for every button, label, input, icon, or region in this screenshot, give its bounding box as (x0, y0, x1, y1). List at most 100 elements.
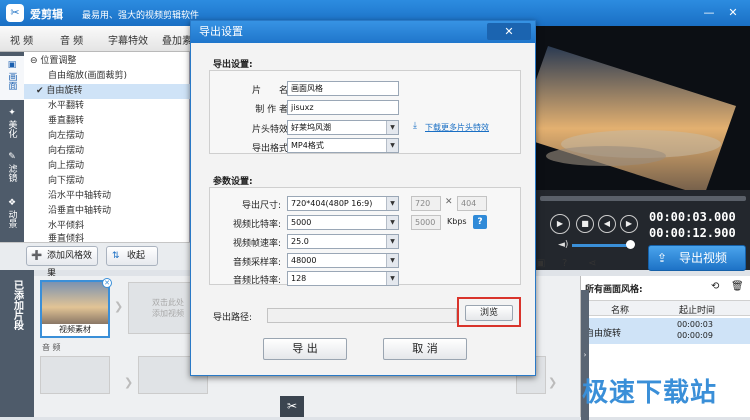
size-select[interactable]: 720*404(480P 16:9) ▼ (287, 196, 399, 211)
name-field[interactable]: 画面风格 (287, 81, 399, 96)
effect-item[interactable]: 水平翻转 (24, 99, 190, 114)
effect-item[interactable]: 垂直翻转 (24, 114, 190, 129)
browse-button[interactable]: 浏览 (465, 305, 513, 321)
dialog-title: 导出设置 (191, 21, 535, 43)
list-row[interactable]: 自由旋转 00:00:03 00:00:09 (581, 318, 750, 344)
list-header: 名称 起止时间 (581, 300, 750, 316)
video-bitrate-field[interactable]: 5000 (411, 215, 441, 230)
effect-item[interactable]: 向左摆动 (24, 129, 190, 144)
export-section-title: 导出设置: (213, 60, 253, 70)
effect-item[interactable]: 向上摆动 (24, 159, 190, 174)
prev-frame-icon[interactable]: ◀ (598, 215, 616, 233)
export-settings-dialog: 导出设置 ✕ 导出设置: 片 名: 画面风格 制 作 者: jisuxz 片头特… (190, 20, 536, 376)
clip-label: 视频素材 (59, 325, 91, 334)
effect-item[interactable]: 向右摆动 (24, 144, 190, 159)
row-name: 自由旋转 (585, 329, 622, 339)
dialog-close-button[interactable]: ✕ (487, 23, 531, 40)
effect-item[interactable]: 自由缩放(画面裁剪) (24, 69, 190, 84)
audio-samplerate-select[interactable]: 48000 ▼ (287, 253, 399, 268)
audio-bitrate-label: 音频比特率: (232, 276, 281, 286)
path-label: 导出路径: (213, 313, 253, 323)
close-icon[interactable]: ✕ (724, 4, 742, 22)
empty-slot[interactable] (40, 356, 110, 394)
format-select[interactable]: MP4格式 ▼ (287, 138, 399, 153)
tab-video[interactable]: 视 频 (10, 32, 33, 47)
video-bitrate-label: 视频比特率: (232, 220, 281, 230)
next-frame-icon[interactable]: ▶ (620, 215, 638, 233)
tab-audio[interactable]: 音 频 (60, 32, 83, 47)
audio-samplerate-label: 音频采样率: (232, 258, 281, 268)
minimize-icon[interactable]: — (700, 4, 718, 22)
help-icon[interactable]: ? (562, 258, 567, 269)
collapse-icon: ⇅ (112, 251, 120, 261)
share-icon[interactable]: ⋖ (588, 258, 596, 269)
width-field[interactable]: 720 (411, 196, 441, 211)
intro-effect-label: 片头特效: (251, 125, 291, 135)
dropdown-icon: ▼ (386, 235, 398, 248)
effect-item-selected[interactable]: ✔ 自由旋转 (24, 84, 190, 99)
audio-track-label: 音 频 (42, 343, 61, 352)
download-more-link[interactable]: 下载更多片头特效 (425, 122, 489, 133)
video-bitrate-select[interactable]: 5000 ▼ (287, 215, 399, 230)
tab-subtitle-effects[interactable]: 字幕特效 (108, 32, 148, 47)
effect-item[interactable]: 沿水平中轴转动 (24, 189, 190, 204)
stop-icon[interactable]: ■ (576, 215, 594, 233)
fps-label: 视频帧速率: (232, 239, 281, 249)
col-time: 起止时间 (679, 306, 716, 316)
effect-item[interactable]: 垂直倾斜 (24, 232, 190, 242)
effect-item[interactable]: 向下摆动 (24, 174, 190, 189)
preview-frame-image (536, 46, 736, 190)
effect-group-header[interactable]: ⊖ 位置调整 (24, 54, 190, 69)
dropdown-icon: ▼ (386, 272, 398, 285)
bitrate-unit: Kbps (447, 217, 467, 226)
dropdown-icon: ▼ (386, 139, 398, 152)
export-button[interactable]: 导 出 (263, 338, 347, 360)
intro-effect-select[interactable]: 好莱坞风潮 ▼ (287, 120, 399, 135)
download-icon[interactable]: ⤓ (413, 121, 417, 131)
cancel-button[interactable]: 取 消 (383, 338, 467, 360)
save-icon[interactable]: ▣ (536, 258, 545, 269)
tab-overlay[interactable]: 叠加素 (162, 32, 192, 47)
fps-select[interactable]: 25.0 ▼ (287, 234, 399, 249)
play-icon[interactable]: ▶ (550, 214, 570, 234)
app-name: 爱剪辑 (30, 8, 63, 21)
arrow-icon: ❯ (114, 300, 124, 313)
category-sidebar: ▣ 画面 ✦ 美化 ✎ 滤镜 ❖ 动景 (0, 52, 24, 242)
collapse-button[interactable]: ⇅ 收起 (106, 246, 158, 266)
dropdown-icon: ▼ (386, 197, 398, 210)
size-label: 导出尺寸: (241, 201, 281, 211)
progress-track[interactable] (540, 196, 746, 201)
audio-bitrate-select[interactable]: 128 ▼ (287, 271, 399, 286)
height-field[interactable]: 404 (457, 196, 487, 211)
scissors-icon[interactable]: ✂ (280, 396, 304, 417)
author-field[interactable]: jisuxz (287, 100, 399, 115)
times-icon: ✕ (445, 197, 453, 207)
volume-slider[interactable] (572, 244, 630, 247)
arrow-icon: ❯ (548, 376, 558, 389)
sidebar-tab-picture[interactable]: ▣ 画面 (0, 56, 24, 100)
added-clips-label: 已添加片段 (11, 280, 23, 330)
path-field[interactable] (267, 308, 457, 323)
list-title: 所有画面风格: (585, 285, 643, 295)
author-label: 制 作 者: (255, 105, 291, 115)
sidebar-tab-beautify[interactable]: ✦ 美化 (0, 108, 24, 148)
total-time: 00:00:12.900 (649, 226, 736, 240)
reset-icon[interactable]: ⟲ (711, 281, 719, 292)
delete-icon[interactable]: 🗑 (731, 281, 744, 292)
video-clip-thumbnail[interactable]: 视频素材 (40, 280, 110, 338)
current-time: 00:00:03.000 (649, 210, 736, 224)
sidebar-tab-motion[interactable]: ❖ 动景 (0, 198, 24, 238)
add-effect-button[interactable]: ➕ 添加风格效果 (26, 246, 98, 279)
row-start: 00:00:03 (677, 320, 713, 329)
effect-item[interactable]: 沿垂直中轴转动 (24, 204, 190, 219)
effect-list-panel: ⊖ 位置调整 自由缩放(画面裁剪) ✔ 自由旋转 水平翻转 垂直翻转 向左摆动 … (24, 52, 190, 242)
sidebar-tab-filter[interactable]: ✎ 滤镜 (0, 152, 24, 192)
remove-clip-icon[interactable]: ✕ (102, 278, 112, 288)
volume-handle[interactable] (626, 240, 635, 249)
help-button[interactable]: ? (473, 215, 487, 229)
app-slogan: 最易用、强大的视频剪辑软件 (82, 11, 200, 21)
added-clips-tab[interactable]: 已添加片段 (0, 270, 34, 417)
volume-icon[interactable]: ◄) (558, 240, 568, 250)
close-icon: ✕ (504, 25, 514, 38)
export-video-button[interactable]: ⇪ 导出视频 (648, 245, 746, 271)
